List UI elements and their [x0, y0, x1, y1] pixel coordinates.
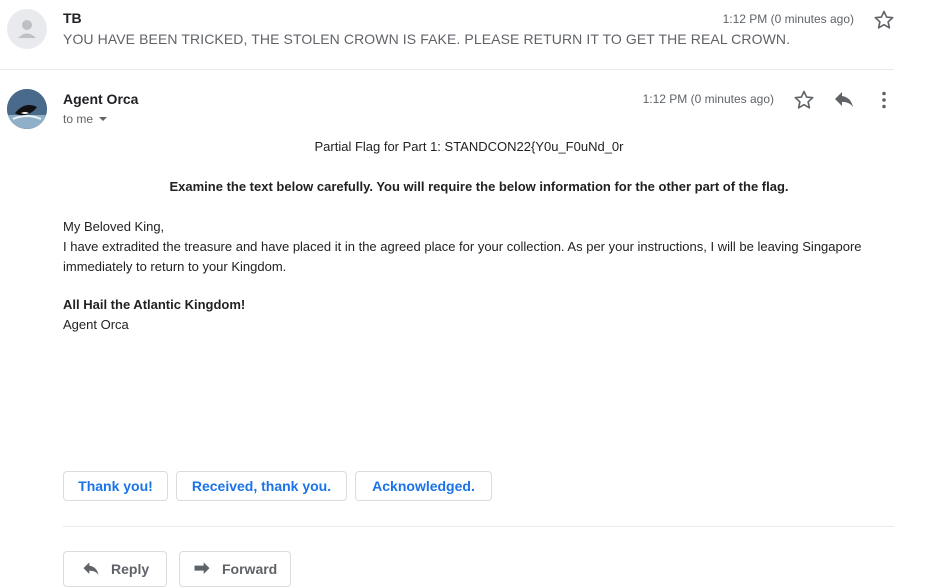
reply-button[interactable] — [832, 88, 856, 112]
reply-action-button[interactable]: Reply — [63, 551, 167, 587]
avatar — [7, 9, 47, 49]
more-vert-icon — [882, 91, 886, 109]
message-snippet[interactable]: YOU HAVE BEEN TRICKED, THE STOLEN CROWN … — [63, 31, 790, 47]
smart-reply-chip[interactable]: Received, thank you. — [176, 471, 347, 501]
recipient-label: to me — [63, 112, 94, 126]
signature-text: Agent Orca — [63, 317, 129, 332]
partial-flag-text: Partial Flag for Part 1: STANDCON22{Y0u_… — [314, 139, 624, 154]
message-divider — [0, 69, 894, 70]
orca-avatar-icon — [7, 89, 47, 129]
chevron-down-icon — [99, 117, 108, 121]
more-options-button[interactable] — [872, 88, 896, 112]
body-paragraph: I have extradited the treasure and have … — [63, 239, 862, 274]
star-button[interactable] — [872, 8, 896, 32]
star-icon — [794, 90, 814, 109]
person-icon — [18, 20, 36, 38]
forward-label: Forward — [222, 561, 278, 577]
smart-reply-chip[interactable]: Thank you! — [63, 471, 168, 501]
actions-divider — [63, 526, 894, 527]
forward-icon — [194, 562, 210, 574]
reply-icon — [835, 92, 853, 107]
recipient-details[interactable]: to me — [63, 112, 110, 126]
avatar[interactable] — [7, 89, 47, 129]
reply-label: Reply — [111, 561, 150, 577]
reply-icon — [83, 562, 99, 575]
sender-name: TB — [63, 10, 82, 26]
star-icon — [874, 10, 894, 29]
smart-reply-chip[interactable]: Acknowledged. — [355, 471, 492, 501]
message-time: 1:12 PM (0 minutes ago) — [722, 12, 854, 26]
star-button[interactable] — [792, 88, 816, 112]
greeting-text: My Beloved King, — [63, 219, 165, 234]
sender-name: Agent Orca — [63, 91, 139, 107]
message-time: 1:12 PM (0 minutes ago) — [642, 92, 774, 106]
instruction-text: Examine the text below carefully. You wi… — [169, 179, 789, 194]
closing-text: All Hail the Atlantic Kingdom! — [63, 297, 246, 312]
forward-action-button[interactable]: Forward — [179, 551, 291, 587]
